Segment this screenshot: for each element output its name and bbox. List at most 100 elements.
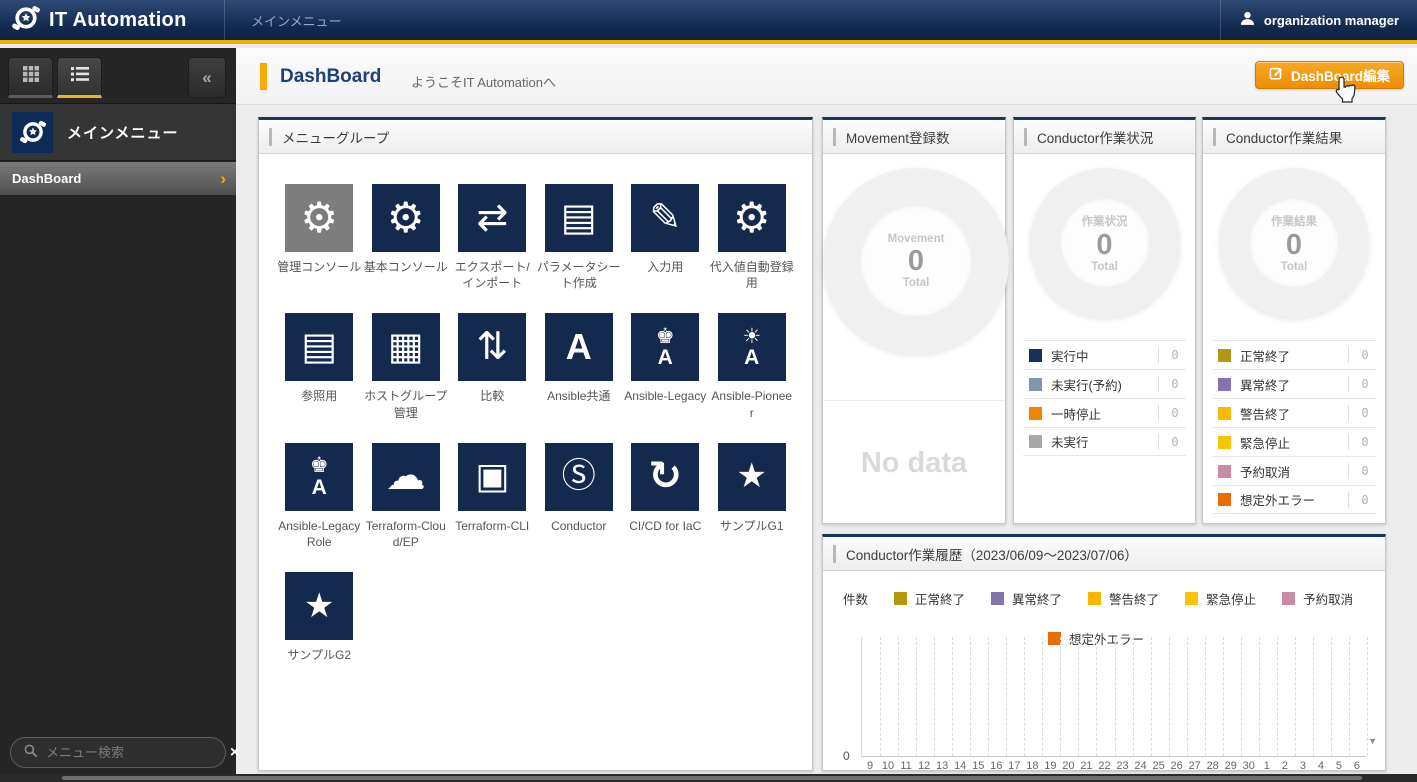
edit-button-label: DashBoard編集 [1291, 65, 1390, 85]
search-clear-icon[interactable]: × [230, 745, 239, 761]
scrollbar-thumb[interactable] [62, 776, 1362, 780]
menu-search-input[interactable] [46, 745, 222, 760]
menu-group-tile-label: Ansible共通 [547, 388, 610, 404]
gear-nodes-icon: ⚙ [372, 184, 440, 252]
menu-group-tile[interactable]: AAnsible共通 [537, 313, 622, 420]
sidebar-tabs: « [0, 48, 236, 104]
list-icon [69, 64, 91, 89]
x-axis-tick-label: 16 [990, 760, 1002, 772]
menu-group-tile-label: 入力用 [647, 259, 683, 275]
legend-item: 未実行(予約)0 [1023, 369, 1186, 398]
chart-scroll-down-icon[interactable]: ▼ [1368, 736, 1377, 746]
legend-label: 実行中 [1051, 346, 1151, 365]
menu-group-tile[interactable]: ✎入力用 [623, 184, 708, 291]
x-axis-tick-label: 1 [1264, 760, 1270, 772]
app-logo[interactable]: IT Automation [0, 4, 224, 37]
tab-menu-list[interactable] [57, 57, 102, 98]
menu-group-tile[interactable]: ⇅比較 [450, 313, 535, 420]
list-gear-icon: ⚙ [718, 184, 786, 252]
sidebar-menu-title: メインメニュー [67, 122, 179, 143]
menu-group-tile[interactable]: ⚙基本コンソール [364, 184, 449, 291]
x-axis-tick-label: 19 [1044, 760, 1056, 772]
menu-group-tile[interactable]: ⚙管理コンソール [277, 184, 362, 291]
x-axis-tick-label: 15 [972, 760, 984, 772]
terraform-cloud-icon: ☁ [372, 443, 440, 511]
menu-group-tile-label: CI/CD for IaC [629, 518, 701, 534]
chart-legend-item: 異常終了 [991, 589, 1062, 608]
donut-sub: Total [903, 277, 930, 289]
legend-color-swatch [1218, 493, 1231, 506]
ansible-sun-icon: ☀ A [718, 313, 786, 381]
sidebar-item-label: DashBoard [12, 171, 220, 186]
status-legend: 実行中0未実行(予約)0一時停止0未実行0 [1023, 340, 1186, 456]
legend-item: 緊急停止0 [1212, 427, 1376, 456]
menu-group-tile[interactable]: ☁Terraform-Cloud/EP [364, 443, 449, 550]
menu-group-tile[interactable]: ♚ AAnsible-LegacyRole [277, 443, 362, 550]
menu-group-tile[interactable]: ⇄エクスポート/インポート [450, 184, 535, 291]
menu-group-tile-label: ホストグループ管理 [364, 388, 449, 420]
sidebar-collapse-button[interactable]: « [188, 57, 226, 98]
x-axis-tick-label: 5 [1336, 760, 1342, 772]
x-axis-tick-label: 25 [1152, 760, 1164, 772]
x-axis-tick-label: 2 [1282, 760, 1288, 772]
menu-group-tile[interactable]: ▦ホストグループ管理 [364, 313, 449, 420]
menu-group-tile-label: 参照用 [301, 388, 337, 404]
legend-label: 異常終了 [1240, 375, 1341, 394]
legend-label: 正常終了 [1240, 346, 1341, 365]
movement-panel-title: Movement登録数 [846, 127, 950, 147]
menu-group-tile[interactable]: ▤パラメータシート作成 [537, 184, 622, 291]
search-icon [23, 743, 38, 763]
menu-group-tile[interactable]: ♚ AAnsible-Legacy [623, 313, 708, 420]
movement-donut-chart: Movement 0 Total [823, 168, 1009, 354]
sidebar-item-dashboard[interactable]: DashBoard › [0, 162, 236, 195]
legend-count: 0 [1356, 435, 1374, 449]
export-import-icon: ⇄ [458, 184, 526, 252]
menu-group-tile[interactable]: ☀ AAnsible-Pioneer [710, 313, 795, 420]
legend-color-swatch [894, 592, 907, 605]
chart-legend-item: 緊急停止 [1185, 589, 1256, 608]
no-data-message: No data [823, 400, 1005, 480]
result-legend: 正常終了0異常終了0警告終了0緊急停止0予約取消0想定外エラー0 [1212, 340, 1376, 514]
x-axis-tick-label: 30 [1243, 760, 1255, 772]
legend-count: 0 [1166, 377, 1184, 391]
chevron-double-left-icon: « [202, 68, 211, 88]
menu-group-tile-label: Ansible-LegacyRole [277, 518, 362, 550]
page-header: DashBoard ようこそIT Automationへ DashBoard編集 [236, 48, 1417, 105]
menu-search-box: × [10, 737, 226, 768]
legend-item: 想定外エラー0 [1212, 485, 1376, 514]
menu-group-tile-label: 管理コンソール [277, 259, 361, 275]
legend-color-swatch [1029, 349, 1042, 362]
menu-group-tile[interactable]: ▣Terraform-CLI [450, 443, 535, 550]
legend-label: 未実行 [1051, 432, 1151, 451]
menu-group-title: メニューグループ [282, 127, 389, 147]
dashboard-edit-button[interactable]: DashBoard編集 [1255, 61, 1404, 89]
legend-color-swatch [1218, 378, 1231, 391]
ansible-crown-icon: ♚ A [631, 313, 699, 381]
x-axis-tick-label: 9 [867, 760, 873, 772]
menu-group-tile[interactable]: ▤参照用 [277, 313, 362, 420]
user-name: organization manager [1264, 13, 1399, 28]
menu-group-tile-label: サンプルG2 [287, 647, 351, 663]
top-bar: IT Automation メインメニュー organization manag… [0, 0, 1417, 44]
conductor-history-panel: Conductor作業履歴（2023/06/09～2023/07/06） 件数 … [822, 534, 1386, 771]
x-axis-tick-label: 11 [900, 760, 911, 772]
legend-label: 緊急停止 [1206, 589, 1256, 608]
user-menu[interactable]: organization manager [1220, 0, 1417, 40]
menu-group-tile[interactable]: ★サンプルG1 [710, 443, 795, 550]
chart-y-zero-label: 0 [843, 749, 850, 763]
menu-group-tile-label: 比較 [480, 388, 504, 404]
cicd-icon: ↻ [631, 443, 699, 511]
sheets-icon: ▤ [545, 184, 613, 252]
menu-group-tile[interactable]: ★サンプルG2 [277, 572, 362, 663]
menu-group-tile[interactable]: ⚙代入値自動登録用 [710, 184, 795, 291]
legend-color-swatch [1029, 435, 1042, 448]
history-bar-chart [861, 637, 1366, 757]
menu-group-tile[interactable]: ↻ CI/CD for IaC [623, 443, 708, 550]
topnav-main-menu[interactable]: メインメニュー [224, 0, 368, 40]
legend-label: 予約取消 [1303, 589, 1353, 608]
menu-group-tile[interactable]: ⓈConductor [537, 443, 622, 550]
x-axis-tick-label: 10 [882, 760, 894, 772]
legend-color-swatch [1218, 465, 1231, 478]
tab-menu-grid[interactable] [8, 57, 53, 98]
movement-panel: Movement登録数 Movement 0 Total No data [822, 117, 1006, 524]
